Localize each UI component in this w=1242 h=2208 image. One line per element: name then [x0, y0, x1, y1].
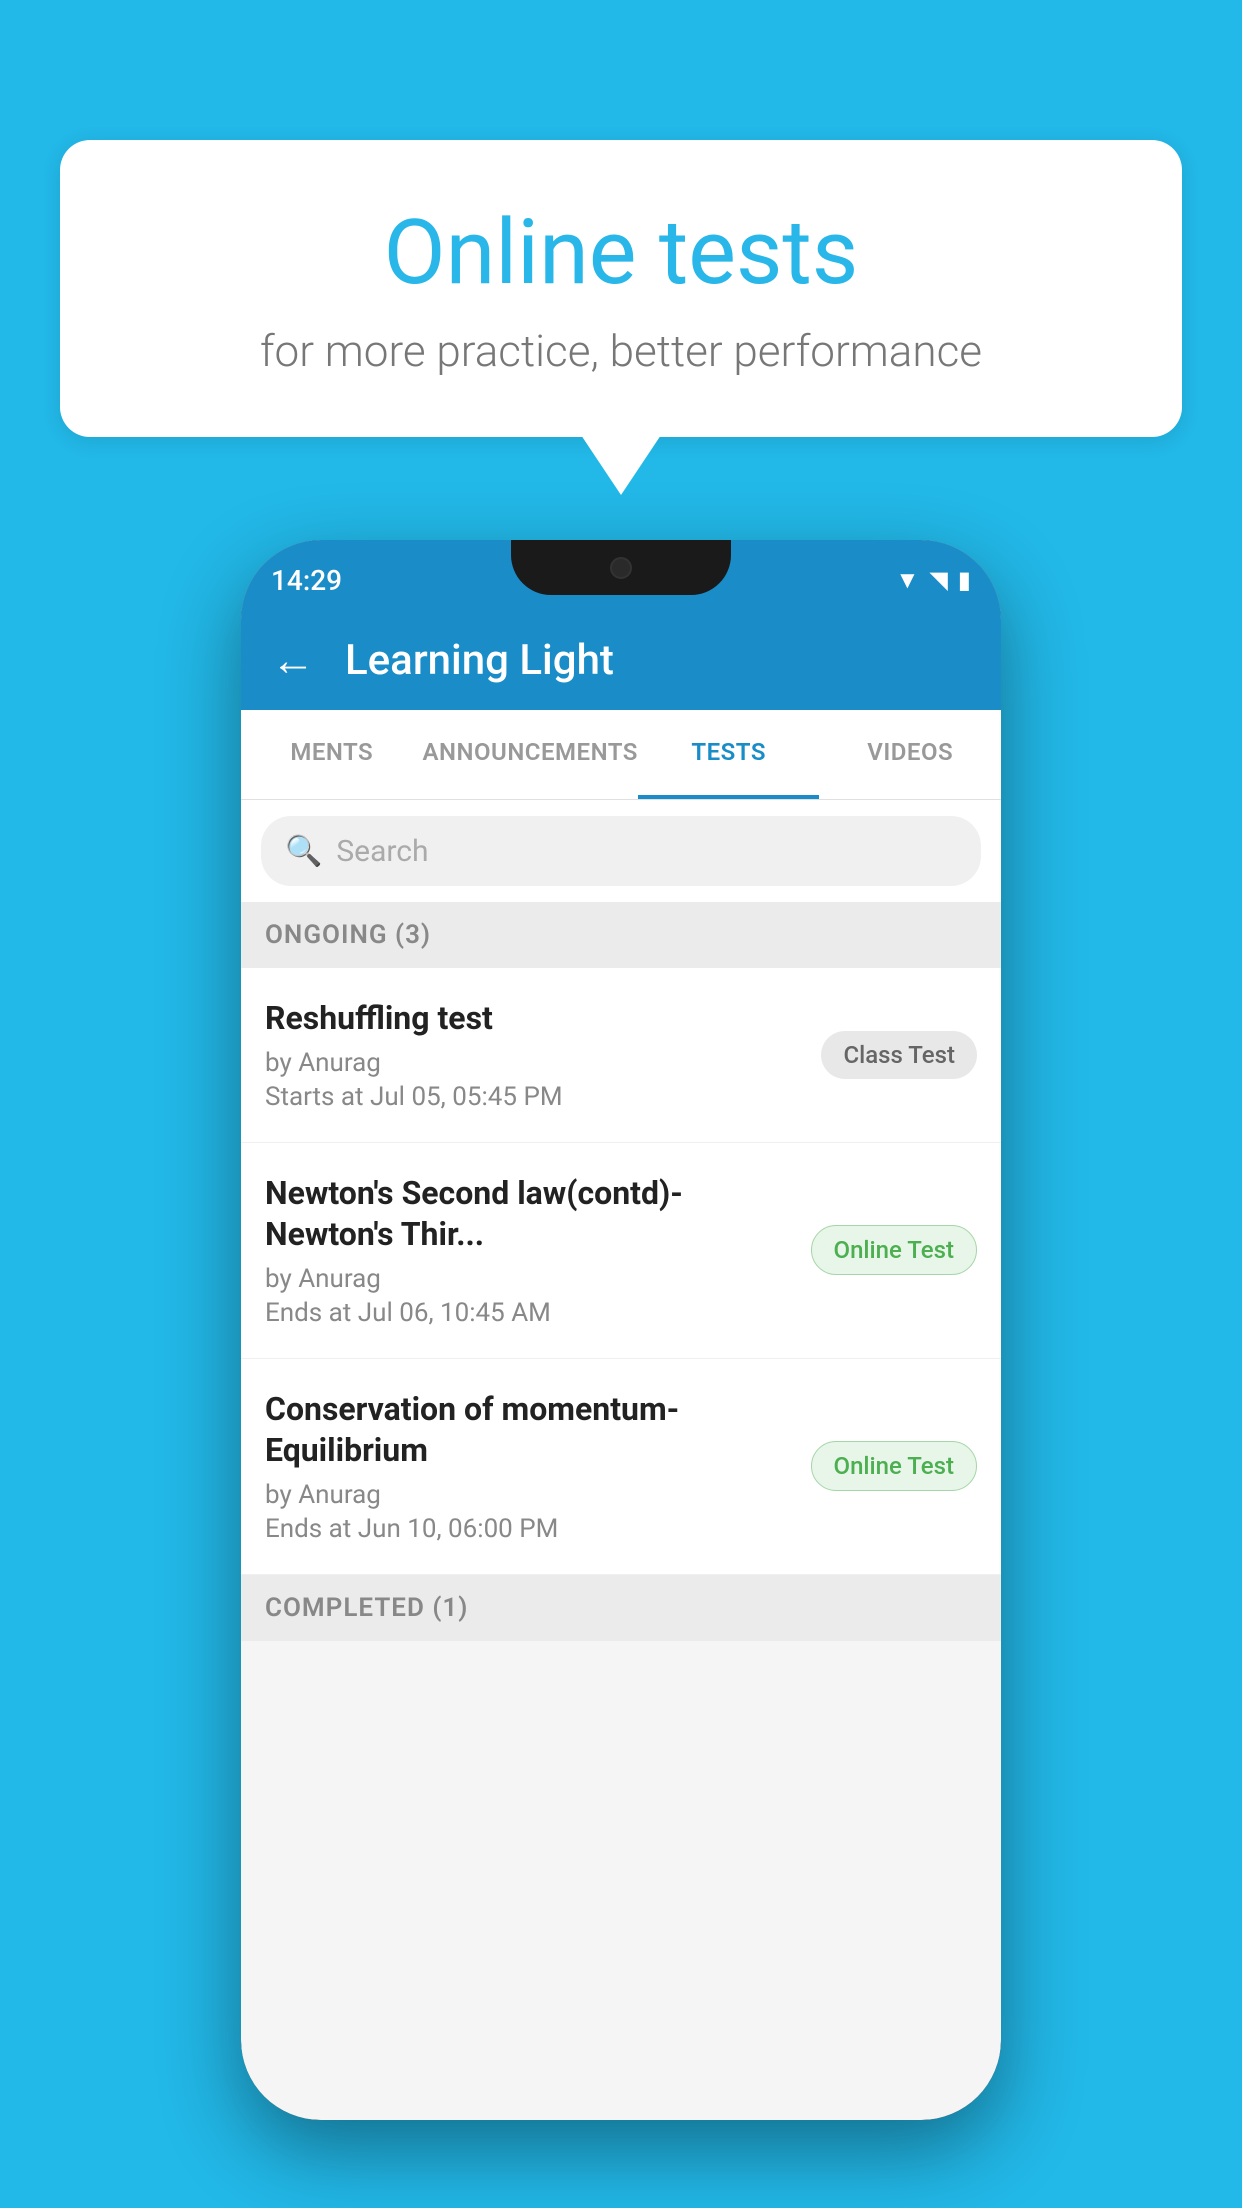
- test-badge-class: Class Test: [821, 1031, 977, 1079]
- front-camera: [610, 557, 632, 579]
- completed-section-header: COMPLETED (1): [241, 1575, 1001, 1641]
- battery-icon: ▮: [958, 566, 971, 594]
- phone-frame: 14:29 ▼ ◥ ▮ ← Learning Light MENTS ANNOU…: [241, 540, 1001, 2120]
- test-badge-online: Online Test: [811, 1225, 977, 1275]
- test-item[interactable]: Conservation of momentum-Equilibrium by …: [241, 1359, 1001, 1575]
- tab-tests[interactable]: TESTS: [638, 719, 820, 799]
- speech-bubble-container: Online tests for more practice, better p…: [60, 140, 1182, 495]
- test-author: by Anurag: [265, 1264, 791, 1294]
- test-time: Ends at Jun 10, 06:00 PM: [265, 1514, 791, 1544]
- test-author: by Anurag: [265, 1048, 801, 1078]
- back-button[interactable]: ←: [261, 624, 325, 696]
- search-placeholder: Search: [336, 834, 428, 869]
- test-title: Conservation of momentum-Equilibrium: [265, 1389, 791, 1472]
- tab-ments[interactable]: MENTS: [241, 719, 423, 799]
- test-list: Reshuffling test by Anurag Starts at Jul…: [241, 968, 1001, 1575]
- bubble-title: Online tests: [140, 200, 1102, 305]
- test-badge-online: Online Test: [811, 1441, 977, 1491]
- test-info: Conservation of momentum-Equilibrium by …: [265, 1389, 811, 1544]
- test-item[interactable]: Reshuffling test by Anurag Starts at Jul…: [241, 968, 1001, 1143]
- tab-announcements[interactable]: ANNOUNCEMENTS: [423, 719, 638, 799]
- status-time: 14:29: [271, 564, 342, 597]
- search-container: 🔍 Search: [241, 800, 1001, 902]
- search-icon: 🔍: [285, 834, 322, 869]
- test-item[interactable]: Newton's Second law(contd)-Newton's Thir…: [241, 1143, 1001, 1359]
- wifi-icon: ▼: [896, 566, 920, 595]
- app-bar: ← Learning Light: [241, 610, 1001, 710]
- test-author: by Anurag: [265, 1480, 791, 1510]
- search-bar[interactable]: 🔍 Search: [261, 816, 981, 886]
- speech-bubble: Online tests for more practice, better p…: [60, 140, 1182, 437]
- test-title: Newton's Second law(contd)-Newton's Thir…: [265, 1173, 791, 1256]
- tab-videos[interactable]: VIDEOS: [819, 719, 1001, 799]
- phone-container: 14:29 ▼ ◥ ▮ ← Learning Light MENTS ANNOU…: [241, 540, 1001, 2120]
- phone-screen: 14:29 ▼ ◥ ▮ ← Learning Light MENTS ANNOU…: [241, 540, 1001, 2120]
- tabs-bar: MENTS ANNOUNCEMENTS TESTS VIDEOS: [241, 710, 1001, 800]
- status-icons: ▼ ◥ ▮: [896, 566, 971, 595]
- test-info: Reshuffling test by Anurag Starts at Jul…: [265, 998, 821, 1112]
- ongoing-section-header: ONGOING (3): [241, 902, 1001, 968]
- test-title: Reshuffling test: [265, 998, 801, 1040]
- phone-notch: [511, 540, 731, 595]
- test-time: Ends at Jul 06, 10:45 AM: [265, 1298, 791, 1328]
- signal-icon: ◥: [929, 566, 947, 594]
- test-info: Newton's Second law(contd)-Newton's Thir…: [265, 1173, 811, 1328]
- bubble-arrow: [581, 435, 661, 495]
- bubble-subtitle: for more practice, better performance: [140, 325, 1102, 377]
- test-time: Starts at Jul 05, 05:45 PM: [265, 1082, 801, 1112]
- app-title: Learning Light: [345, 636, 614, 685]
